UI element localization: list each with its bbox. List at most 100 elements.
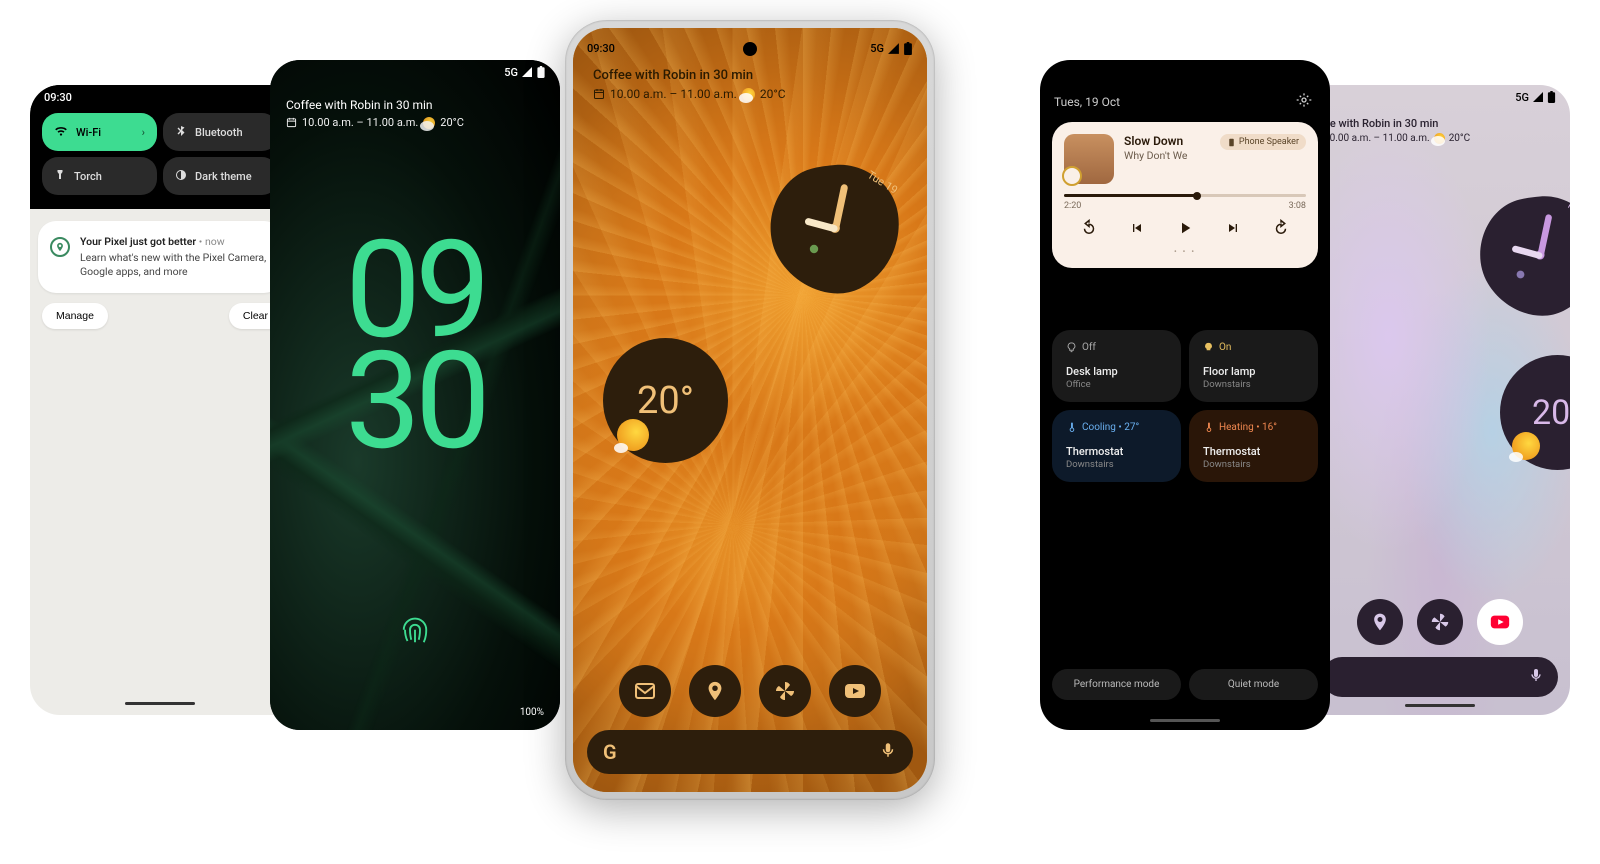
mic-icon[interactable] xyxy=(879,741,897,763)
prev-icon[interactable] xyxy=(1129,220,1145,240)
battery-percent: 100% xyxy=(520,707,544,718)
status-network: 5G xyxy=(1515,91,1529,104)
thermometer-icon xyxy=(1203,422,1214,433)
qs-wifi-label: Wi-Fi xyxy=(76,126,101,139)
phone-quick-settings: 09:30 5 Wi-Fi › Bluetooth Torch Dark the… xyxy=(30,85,290,715)
page-indicator: • • • xyxy=(1064,247,1306,256)
fingerprint-icon[interactable] xyxy=(400,616,430,650)
notification-app-icon xyxy=(50,237,70,257)
weather-widget[interactable]: 20° xyxy=(1500,355,1570,470)
google-logo: G xyxy=(603,740,617,764)
event-time: 10.00 a.m. – 11.00 a.m. xyxy=(302,116,418,129)
status-network: 5G xyxy=(870,42,884,55)
notification-title: Your Pixel just got better • now xyxy=(80,235,270,248)
rewind-icon[interactable] xyxy=(1080,219,1098,241)
at-a-glance[interactable]: ee with Robin in 30 min 10.00 a.m. – 11.… xyxy=(1324,117,1556,144)
media-artist: Why Don't We xyxy=(1124,149,1210,162)
next-icon[interactable] xyxy=(1225,220,1241,240)
quiet-mode-button[interactable]: Quiet mode xyxy=(1189,669,1318,700)
status-bar: 09:30 5 xyxy=(30,85,290,109)
at-a-glance[interactable]: Coffee with Robin in 30 min 10.00 a.m. –… xyxy=(593,68,907,101)
media-title: Slow Down xyxy=(1124,134,1210,148)
battery-icon xyxy=(903,42,913,55)
bluetooth-icon xyxy=(175,125,187,140)
signal-icon xyxy=(887,42,900,55)
performance-mode-button[interactable]: Performance mode xyxy=(1052,669,1181,700)
search-bar[interactable] xyxy=(1322,657,1558,697)
qs-torch-tile[interactable]: Torch xyxy=(42,157,157,195)
clock-widget[interactable]: Tue 19 xyxy=(765,158,905,298)
notification-body: Learn what's new with the Pixel Camera, … xyxy=(80,251,270,279)
weather-icon xyxy=(423,117,435,129)
tile-thermostat-heat[interactable]: Heating • 16° Thermostat Downstairs xyxy=(1189,410,1318,482)
battery-icon xyxy=(536,66,546,78)
event-title: Coffee with Robin in 30 min xyxy=(286,98,544,112)
tile-floor-lamp[interactable]: On Floor lamp Downstairs xyxy=(1189,330,1318,402)
darktheme-icon xyxy=(175,169,187,184)
nav-handle[interactable] xyxy=(1150,719,1220,722)
app-dock xyxy=(1310,599,1570,645)
event-temp: 20°C xyxy=(1449,133,1470,144)
weather-widget[interactable]: 20° xyxy=(603,338,728,463)
event-title: Coffee with Robin in 30 min xyxy=(593,68,907,83)
weather-temp: 20° xyxy=(1532,393,1570,433)
calendar-icon xyxy=(286,117,297,128)
media-elapsed: 2:20 xyxy=(1064,201,1081,211)
app-dock xyxy=(573,665,927,717)
tile-thermostat-cool[interactable]: Cooling • 27° Thermostat Downstairs xyxy=(1052,410,1181,482)
youtube-icon[interactable] xyxy=(1477,599,1523,645)
phone-homescreen-orchid: 5G ee with Robin in 30 min 10.00 a.m. – … xyxy=(1310,85,1570,715)
maps-icon[interactable] xyxy=(1357,599,1403,645)
maps-icon[interactable] xyxy=(689,665,741,717)
media-device-chip[interactable]: Phone Speaker xyxy=(1220,134,1306,150)
upcoming-event: Coffee with Robin in 30 min 10.00 a.m. –… xyxy=(286,98,544,129)
calendar-icon xyxy=(593,88,605,100)
status-bar: 5G xyxy=(270,60,560,84)
wifi-icon xyxy=(54,124,68,141)
thermometer-icon xyxy=(1066,422,1077,433)
play-icon[interactable] xyxy=(1176,219,1194,241)
camera-notch xyxy=(743,42,757,56)
battery-icon xyxy=(1547,91,1556,103)
mode-bar: Performance mode Quiet mode xyxy=(1052,669,1318,700)
event-time: 10.00 a.m. – 11.00 a.m. xyxy=(1324,133,1430,144)
media-progress[interactable]: 2:203:08 xyxy=(1064,194,1306,211)
weather-icon xyxy=(742,88,755,101)
youtube-icon[interactable] xyxy=(829,665,881,717)
event-temp: 20°C xyxy=(760,87,786,101)
qs-bluetooth-tile[interactable]: Bluetooth xyxy=(163,113,278,151)
signal-icon xyxy=(1532,91,1544,103)
qs-torch-label: Torch xyxy=(74,170,102,183)
notification-card[interactable]: Your Pixel just got better • now Learn w… xyxy=(38,221,282,293)
phone-homescreen: 09:30 5G Coffee with Robin in 30 min 10.… xyxy=(573,28,927,792)
qs-darktheme-tile[interactable]: Dark theme xyxy=(163,157,278,195)
chevron-right-icon: › xyxy=(142,126,145,139)
tile-desk-lamp[interactable]: Off Desk lamp Office xyxy=(1052,330,1181,402)
gmail-icon[interactable] xyxy=(619,665,671,717)
weather-sun-icon xyxy=(617,419,649,451)
search-bar[interactable]: G xyxy=(587,730,913,774)
weather-icon xyxy=(1434,133,1445,144)
device-tiles: Off Desk lamp Office On Floor lamp Downs… xyxy=(1052,330,1318,482)
nav-handle[interactable] xyxy=(125,702,195,705)
status-time: 09:30 xyxy=(587,42,615,55)
clock-widget[interactable]: Tue 19 xyxy=(1475,190,1570,320)
mic-icon[interactable] xyxy=(1528,667,1544,687)
album-art xyxy=(1064,134,1114,184)
phone-lockscreen: 5G Coffee with Robin in 30 min 10.00 a.m… xyxy=(270,60,560,730)
media-card[interactable]: Slow Down Why Don't We Phone Speaker 2:2… xyxy=(1052,122,1318,268)
status-bar: 5G xyxy=(1310,85,1570,109)
signal-icon xyxy=(521,66,533,78)
gear-icon[interactable] xyxy=(1296,92,1312,111)
home-date: Tues, 19 Oct xyxy=(1054,95,1120,109)
qs-wifi-tile[interactable]: Wi-Fi › xyxy=(42,113,157,151)
photos-icon[interactable] xyxy=(759,665,811,717)
manage-button[interactable]: Manage xyxy=(42,303,108,329)
weather-temp: 20° xyxy=(637,379,694,423)
photos-icon[interactable] xyxy=(1417,599,1463,645)
nav-handle[interactable] xyxy=(1405,704,1475,707)
qs-bluetooth-label: Bluetooth xyxy=(195,126,243,139)
lockscreen-clock: 0930 xyxy=(345,235,485,456)
forward-icon[interactable] xyxy=(1272,219,1290,241)
torch-icon xyxy=(54,169,66,184)
